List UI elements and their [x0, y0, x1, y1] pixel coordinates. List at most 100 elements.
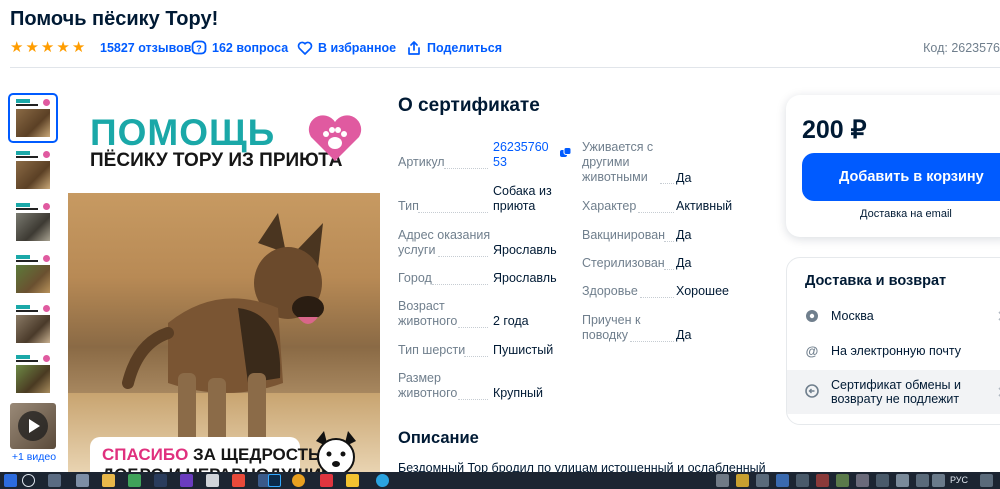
delivery-method-row[interactable]: @ На электронную почту — [787, 334, 1000, 368]
tray-icon[interactable] — [756, 474, 769, 487]
star-icon: ★ — [25, 39, 39, 56]
location-pin-icon — [806, 310, 818, 322]
spec-label: Здоровье — [582, 284, 638, 298]
product-code: Код: 2623576 — [923, 41, 1000, 55]
start-icon[interactable] — [4, 474, 17, 487]
app-icon[interactable] — [346, 474, 359, 487]
thumbnail[interactable] — [10, 301, 56, 347]
description-title: Описание — [398, 429, 479, 447]
spec-label: Стерилизован — [582, 256, 665, 270]
spec-label: Размер животного — [398, 371, 458, 400]
spec-value: Ярославль — [493, 243, 557, 257]
tray-icon[interactable] — [716, 474, 729, 487]
notification-icon[interactable] — [980, 474, 993, 487]
star-icon: ★ — [71, 39, 86, 56]
favorites-link[interactable]: В избранное — [318, 41, 396, 55]
task-view-icon[interactable] — [48, 474, 61, 487]
tray-icon[interactable] — [816, 474, 829, 487]
app-icon[interactable] — [206, 474, 219, 487]
return-policy-line1: Сертификат обмены и — [831, 378, 961, 392]
delivery-card: Доставка и возврат Москва @ На электронн… — [786, 257, 1000, 425]
spec-value: Да — [676, 256, 692, 270]
thumbnail[interactable] — [10, 351, 56, 397]
star-icon: ★ — [56, 39, 70, 56]
hero-title: ПОМОЩЬ — [90, 112, 276, 153]
yandex-icon[interactable] — [232, 474, 245, 487]
star-icon: ★ — [10, 39, 24, 56]
spec-value: 2 года — [493, 314, 529, 328]
reviews-link[interactable]: 15827 отзывов — [100, 41, 191, 55]
tray-icon[interactable] — [776, 474, 789, 487]
thumbnail[interactable] — [10, 199, 56, 245]
video-count-label[interactable]: +1 видео — [10, 451, 58, 463]
tray-icon[interactable] — [796, 474, 809, 487]
return-icon — [805, 384, 819, 398]
spec-value: Активный — [676, 199, 733, 213]
tray-icon[interactable] — [736, 474, 749, 487]
chrome-icon[interactable] — [292, 474, 305, 487]
volume-icon[interactable] — [932, 474, 945, 487]
thumbnail[interactable] — [8, 93, 58, 143]
dog-face-icon — [316, 431, 356, 473]
tray-icon[interactable] — [856, 474, 869, 487]
paw-heart-icon — [308, 115, 362, 161]
spec-value: Крупный — [493, 386, 543, 400]
return-policy-line2: возврату не подлежит — [831, 392, 960, 406]
questions-link[interactable]: 162 вопроса — [212, 41, 288, 55]
rating-stars[interactable]: ★ ★ ★ ★ ★ — [10, 40, 85, 56]
spec-value: Пушистый — [493, 343, 554, 357]
app-icon[interactable] — [320, 474, 333, 487]
app-icon[interactable] — [128, 474, 141, 487]
spec-label: Возраст животного — [398, 299, 458, 328]
thumbnail[interactable] — [10, 251, 56, 297]
os-taskbar: РУС — [0, 472, 1000, 489]
header-divider — [10, 67, 1000, 68]
add-to-cart-button[interactable]: Добавить в корзину — [802, 153, 1000, 201]
svg-text:@: @ — [806, 344, 819, 358]
spec-label: Тип шерсти — [398, 343, 466, 357]
video-thumbnail[interactable] — [10, 403, 56, 449]
photoshop-icon[interactable] — [268, 474, 281, 487]
wifi-icon[interactable] — [916, 474, 929, 487]
spec-value: Ярославль — [493, 271, 557, 285]
share-icon — [408, 41, 420, 55]
search-icon[interactable] — [22, 474, 35, 487]
play-icon — [18, 411, 48, 441]
app-icon[interactable] — [76, 474, 89, 487]
spec-label: Характер — [582, 199, 637, 213]
thumbnail[interactable] — [10, 147, 56, 193]
return-policy-row[interactable]: Сертификат обмены и возврату не подлежит — [787, 370, 1000, 414]
delivery-note: Доставка на email — [860, 208, 952, 220]
tray-icon[interactable] — [896, 474, 909, 487]
spec-label: Приучен к поводку — [582, 313, 641, 342]
article-number[interactable]: 26235760 53 — [493, 140, 553, 170]
share-link[interactable]: Поделиться — [427, 41, 502, 55]
heart-icon — [297, 41, 313, 55]
copy-icon[interactable] — [560, 147, 572, 159]
delivery-city-row[interactable]: Москва — [787, 299, 1000, 333]
thanks-banner: СПАСИБО ЗА ЩЕДРОСТЬ, ДОБРО И НЕРАВНОДУШИ… — [90, 437, 332, 473]
spec-value: Да — [676, 228, 692, 242]
delivery-title: Доставка и возврат — [805, 273, 947, 289]
language-indicator[interactable]: РУС — [950, 475, 968, 485]
delivery-method: На электронную почту — [831, 344, 962, 358]
thanks-highlight: СПАСИБО — [102, 445, 189, 464]
spec-label: Вакцинирован — [582, 228, 666, 242]
tray-icon[interactable] — [876, 474, 889, 487]
app-icon[interactable] — [180, 474, 193, 487]
steam-icon[interactable] — [154, 474, 167, 487]
telegram-icon[interactable] — [376, 474, 389, 487]
main-product-image[interactable]: ПОМОЩЬ ПЁСИКУ ТОРУ ИЗ ПРИЮТА СПАСИБО ЗА … — [68, 95, 380, 473]
thanks-text: ЗА ЩЕДРОСТЬ, — [188, 445, 325, 464]
product-title: Помочь пёсику Тору! — [10, 8, 219, 30]
certificate-title: О сертификате — [398, 95, 540, 116]
svg-text:?: ? — [196, 44, 202, 54]
folder-icon[interactable] — [102, 474, 115, 487]
price: 200 ₽ — [802, 116, 867, 144]
product-meta-row: ★ ★ ★ ★ ★ 15827 отзывов ? 162 вопроса В … — [10, 40, 1000, 58]
tray-icon[interactable] — [836, 474, 849, 487]
at-sign-icon: @ — [806, 344, 819, 358]
spec-value: Собака из приюта — [493, 184, 552, 213]
spec-label: Уживается с другими животными — [582, 140, 654, 184]
hero-subtitle: ПЁСИКУ ТОРУ ИЗ ПРИЮТА — [90, 150, 343, 171]
